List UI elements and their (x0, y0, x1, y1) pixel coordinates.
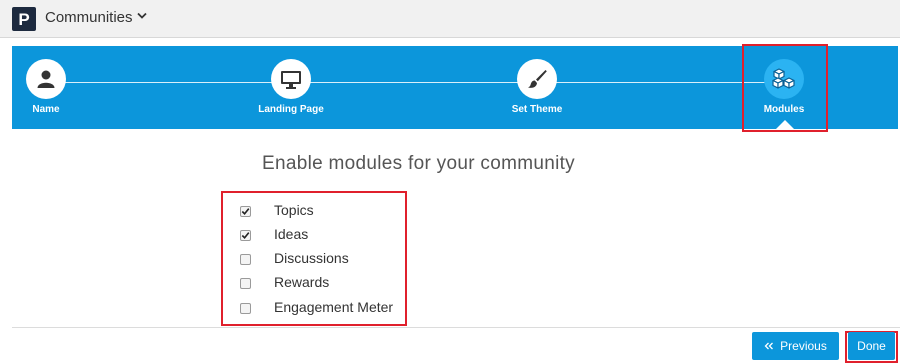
module-rewards-checkbox[interactable] (240, 277, 251, 289)
module-discussions[interactable]: Discussions (240, 249, 349, 269)
paintbrush-icon (528, 70, 547, 88)
user-icon (37, 70, 55, 88)
module-engagement-meter-label: Engagement Meter (274, 299, 394, 315)
modules-step-highlight (742, 44, 828, 132)
step-landing-page-label: Landing Page (258, 104, 324, 115)
module-rewards[interactable]: Rewards (240, 273, 329, 293)
chevron-down-icon[interactable] (137, 12, 147, 20)
module-topics-checkbox[interactable] (240, 205, 251, 217)
module-ideas-checkbox[interactable] (240, 229, 251, 241)
checkmark-icon (241, 231, 250, 239)
module-discussions-label: Discussions (274, 250, 349, 266)
module-engagement-meter[interactable]: Engagement Meter (240, 298, 393, 318)
app-logo[interactable]: P (12, 7, 36, 31)
module-rewards-label: Rewards (274, 274, 330, 290)
app-title[interactable]: Communities (45, 9, 133, 26)
done-button[interactable]: Done (848, 332, 895, 360)
module-ideas[interactable]: Ideas (240, 225, 308, 245)
previous-button[interactable]: Previous (752, 332, 839, 360)
previous-button-label: Previous (780, 339, 827, 353)
step-set-theme[interactable]: Set Theme (477, 59, 597, 115)
checkmark-icon (241, 207, 250, 215)
monitor-icon (281, 71, 301, 89)
step-landing-page-circle (271, 59, 311, 99)
module-ideas-label: Ideas (274, 226, 309, 242)
page-heading: Enable modules for your community (262, 153, 575, 174)
logo-p-icon: P (18, 10, 29, 29)
step-name-circle (26, 59, 66, 99)
svg-text:P: P (18, 10, 29, 29)
module-discussions-checkbox[interactable] (240, 253, 251, 265)
step-name[interactable]: Name (0, 59, 106, 115)
done-button-label: Done (857, 339, 886, 353)
step-name-label: Name (32, 104, 60, 115)
step-set-theme-circle (517, 59, 557, 99)
double-chevron-left-icon (764, 342, 774, 350)
module-topics[interactable]: Topics (240, 201, 314, 221)
module-engagement-meter-checkbox[interactable] (240, 302, 251, 314)
step-set-theme-label: Set Theme (511, 104, 563, 115)
step-landing-page[interactable]: Landing Page (231, 59, 351, 115)
top-bar: P Communities (0, 0, 900, 38)
footer-divider (12, 327, 900, 328)
stepper-connector-line (46, 82, 786, 83)
module-topics-label: Topics (274, 202, 314, 218)
